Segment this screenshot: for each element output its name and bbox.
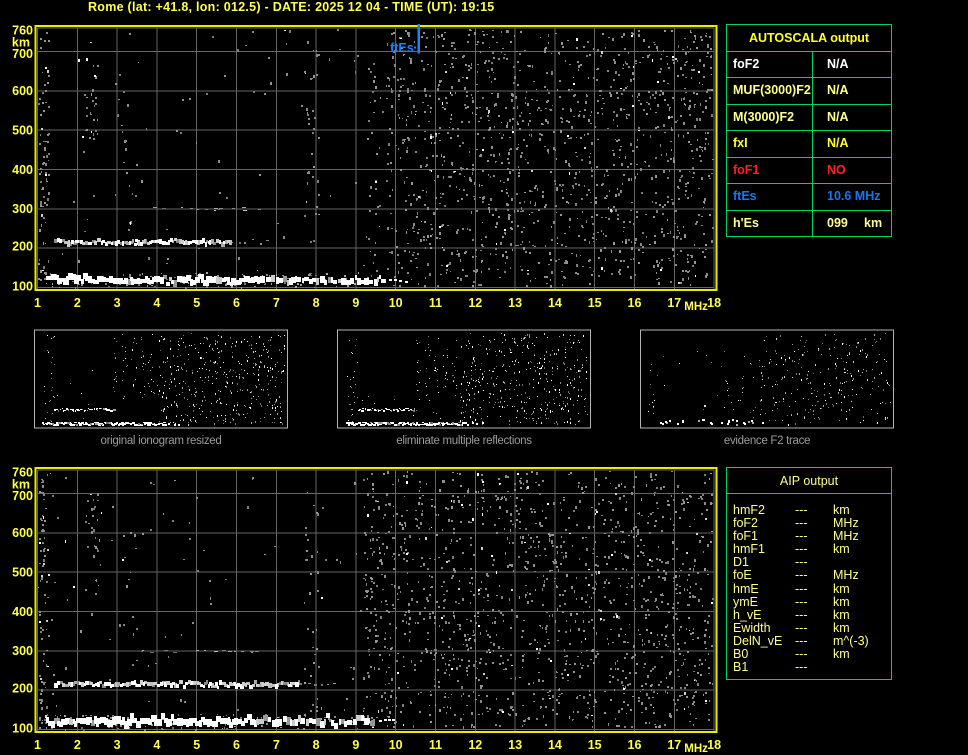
svg-text:5: 5 <box>193 296 200 310</box>
svg-text:17: 17 <box>667 296 681 310</box>
svg-text:12: 12 <box>468 296 482 310</box>
svg-text:500: 500 <box>12 124 33 138</box>
svg-text:12: 12 <box>468 738 482 752</box>
svg-text:17: 17 <box>667 738 681 752</box>
svg-text:300: 300 <box>12 644 33 658</box>
svg-text:16: 16 <box>628 738 642 752</box>
svg-text:km: km <box>12 35 30 49</box>
svg-text:original ionogram resized: original ionogram resized <box>101 435 222 447</box>
svg-text:11: 11 <box>429 296 442 310</box>
svg-text:15: 15 <box>588 738 602 752</box>
svg-text:18: 18 <box>707 296 721 310</box>
svg-text:13: 13 <box>508 738 522 752</box>
svg-text:4: 4 <box>153 296 160 310</box>
svg-text:6: 6 <box>233 738 240 752</box>
svg-text:14: 14 <box>548 738 562 752</box>
svg-text:3: 3 <box>114 738 121 752</box>
svg-text:eliminate multiple reflections: eliminate multiple reflections <box>396 435 532 447</box>
svg-text:evidence F2 trace: evidence F2 trace <box>724 435 810 447</box>
svg-text:16: 16 <box>628 296 642 310</box>
svg-text:7: 7 <box>273 738 280 752</box>
svg-text:200: 200 <box>12 240 33 254</box>
svg-text:13: 13 <box>508 296 522 310</box>
svg-text:MHz: MHz <box>684 743 708 755</box>
svg-text:km: km <box>12 477 30 491</box>
svg-text:600: 600 <box>12 84 33 98</box>
svg-text:2: 2 <box>74 296 81 310</box>
svg-text:4: 4 <box>153 738 160 752</box>
svg-text:8: 8 <box>313 738 320 752</box>
svg-text:11: 11 <box>429 738 442 752</box>
svg-text:500: 500 <box>12 566 33 580</box>
svg-text:9: 9 <box>352 738 359 752</box>
svg-text:9: 9 <box>352 296 359 310</box>
svg-text:10: 10 <box>389 296 403 310</box>
svg-text:200: 200 <box>12 682 33 696</box>
svg-text:400: 400 <box>12 605 33 619</box>
svg-text:2: 2 <box>74 738 81 752</box>
svg-text:8: 8 <box>313 296 320 310</box>
svg-text:7: 7 <box>273 296 280 310</box>
svg-text:6: 6 <box>233 296 240 310</box>
svg-text:300: 300 <box>12 202 33 216</box>
svg-text:100: 100 <box>12 279 33 293</box>
svg-text:ftEs: ftEs <box>390 41 414 55</box>
svg-text:5: 5 <box>193 738 200 752</box>
svg-text:1: 1 <box>34 296 41 310</box>
svg-text:3: 3 <box>114 296 121 310</box>
svg-text:400: 400 <box>12 163 33 177</box>
svg-text:15: 15 <box>588 296 602 310</box>
svg-text:1: 1 <box>34 738 41 752</box>
svg-text:MHz: MHz <box>684 301 708 313</box>
svg-text:600: 600 <box>12 526 33 540</box>
svg-text:18: 18 <box>707 738 721 752</box>
svg-text:10: 10 <box>389 738 403 752</box>
svg-text:100: 100 <box>12 721 33 735</box>
svg-text:14: 14 <box>548 296 562 310</box>
